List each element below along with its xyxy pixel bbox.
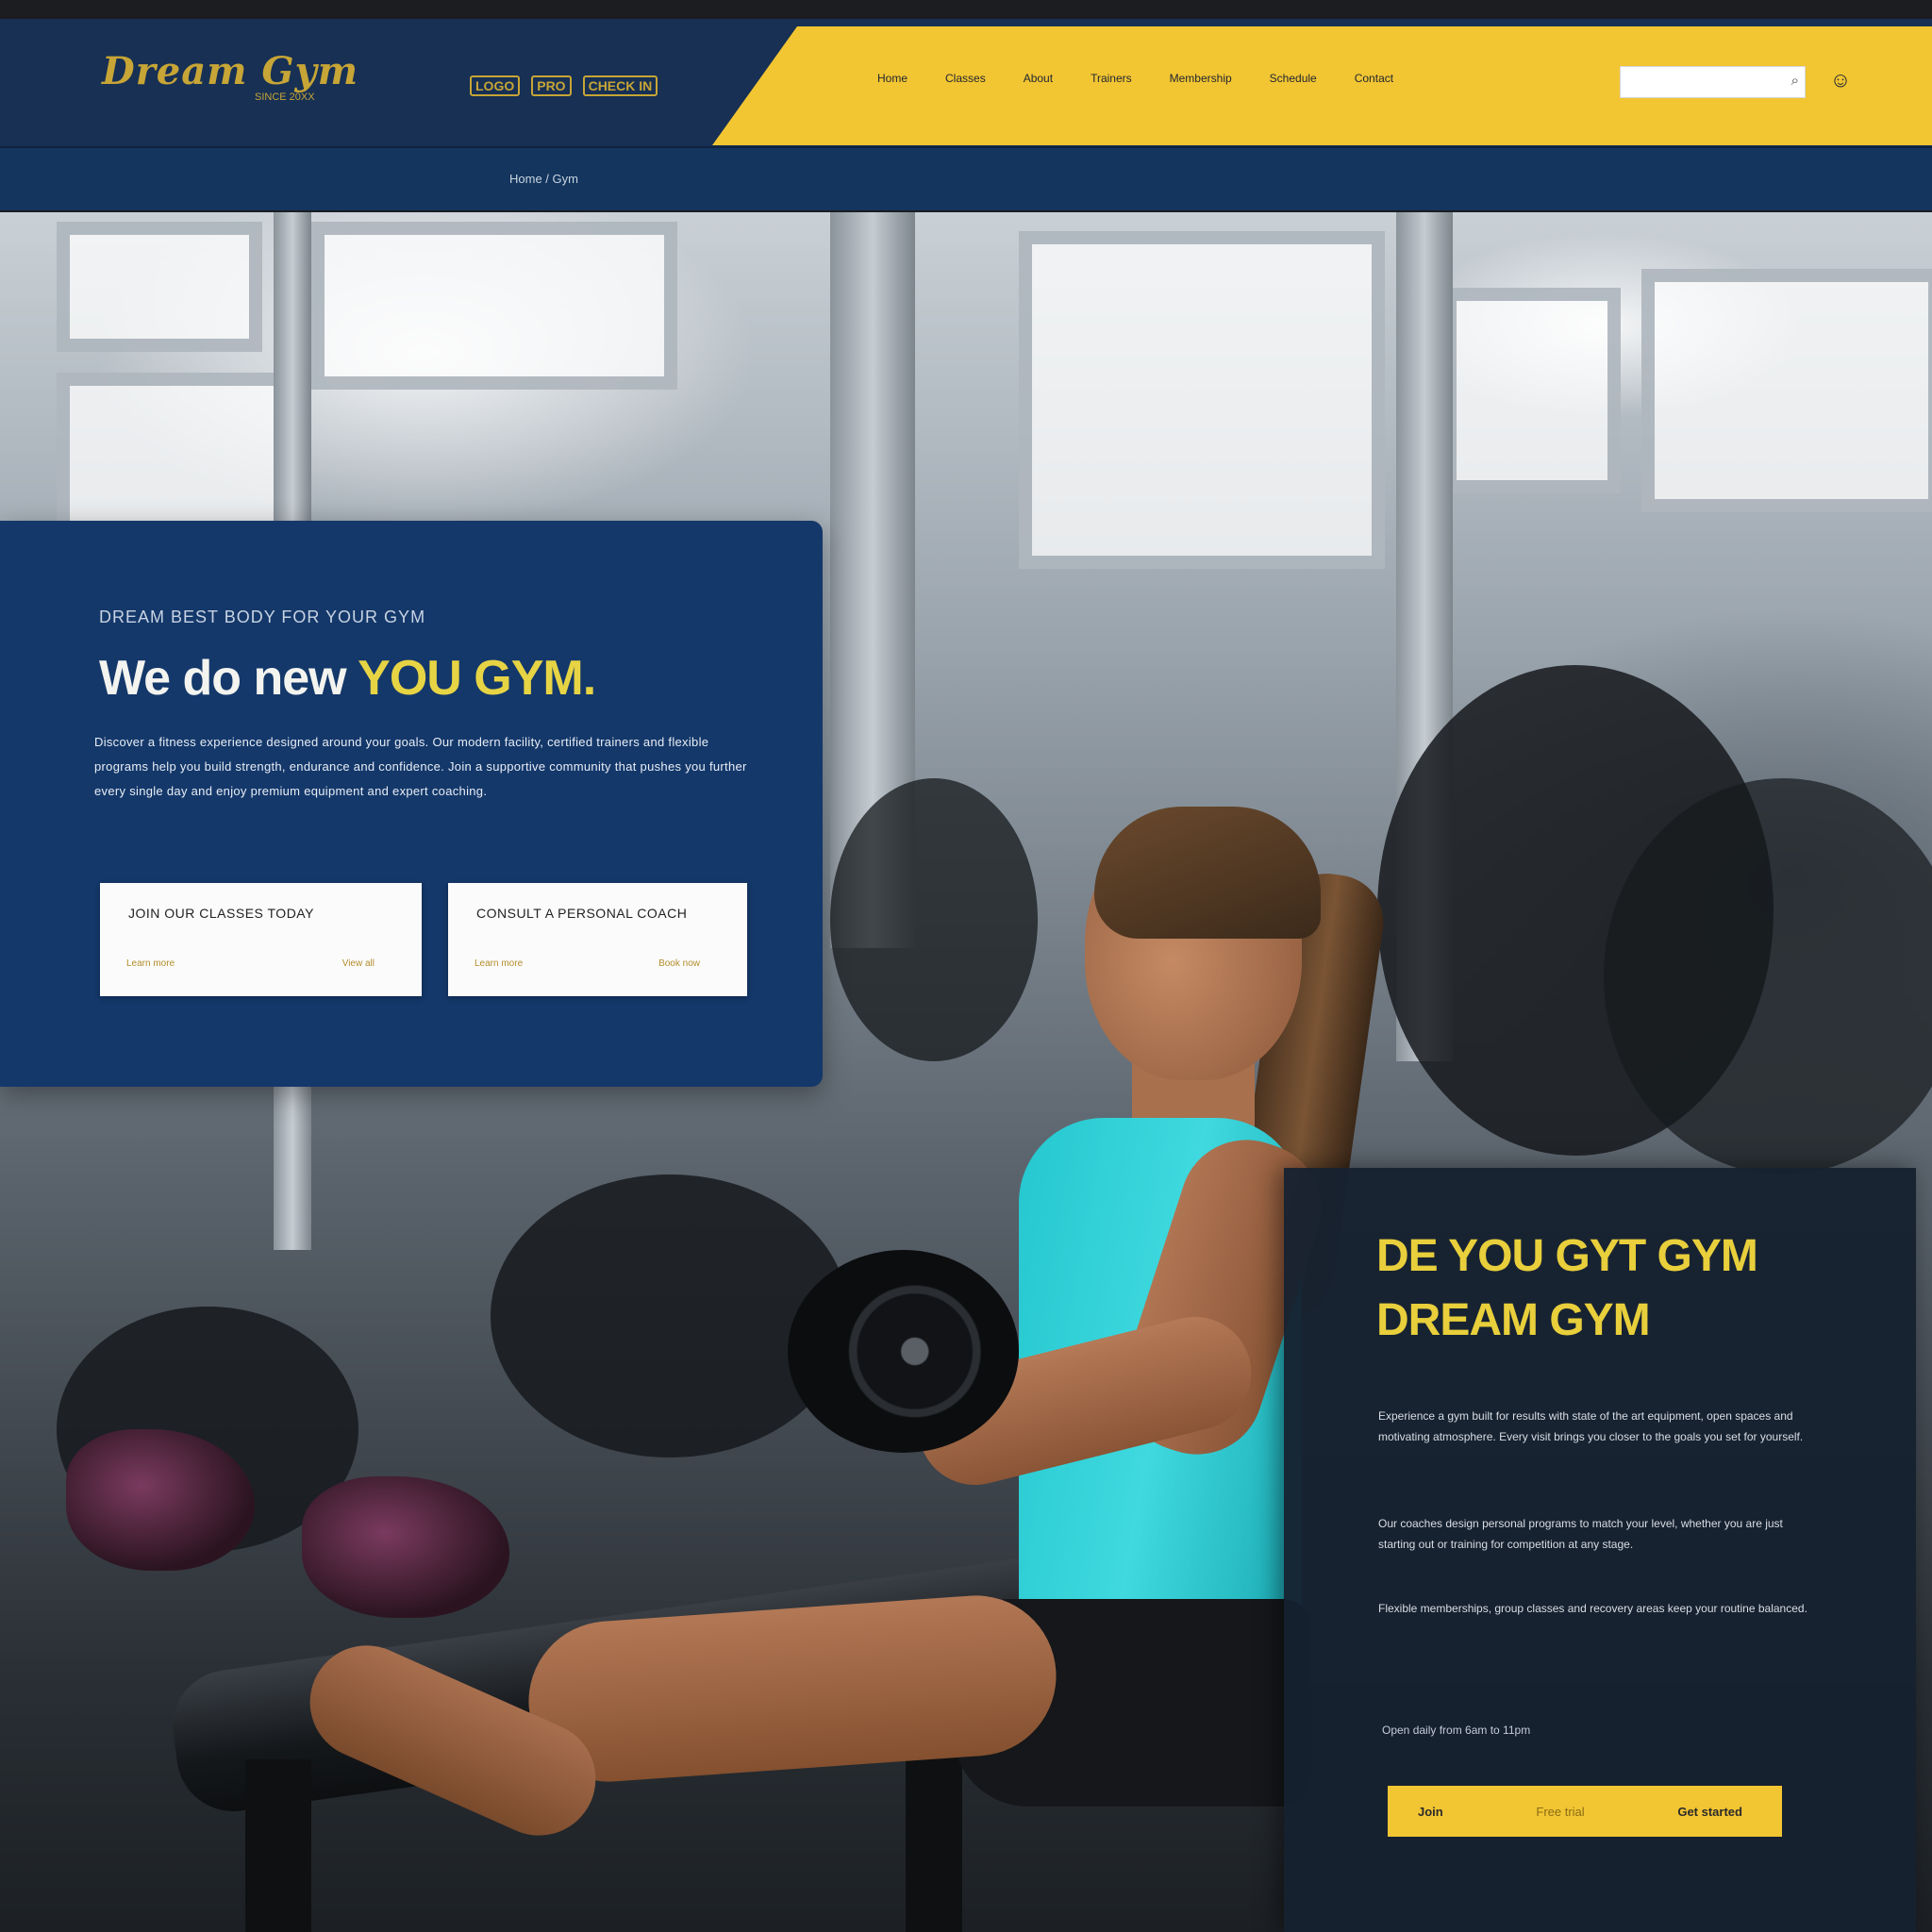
nav-item-schedule[interactable]: Schedule — [1251, 72, 1336, 85]
bench-leg — [245, 1759, 311, 1932]
promo-card-classes[interactable]: JOIN OUR CLASSES TODAY Learn more View a… — [100, 883, 422, 996]
header-badge[interactable]: LOGO — [470, 75, 521, 96]
cta-right-label: Get started — [1677, 1804, 1742, 1819]
search-input[interactable]: ⌕ — [1620, 66, 1806, 98]
card-link[interactable]: View all — [342, 958, 375, 969]
promo-body: Discover a fitness experience designed a… — [94, 735, 747, 798]
window — [1443, 288, 1621, 493]
search-icon[interactable]: ⌕ — [1791, 73, 1799, 89]
nav-item-contact[interactable]: Contact — [1336, 72, 1412, 85]
card-link[interactable]: Book now — [658, 958, 700, 969]
headline-white: We do new — [99, 651, 347, 706]
card-link[interactable]: Learn more — [475, 958, 523, 969]
machine — [830, 778, 1038, 1061]
shoe — [302, 1476, 509, 1618]
dream-title-line: DREAM GYM — [1376, 1295, 1651, 1345]
window — [57, 222, 262, 352]
user-icon[interactable]: ☺ — [1828, 68, 1853, 96]
cta-left-label: Join — [1418, 1804, 1443, 1819]
dream-paragraph: Flexible memberships, group classes and … — [1378, 1602, 1807, 1615]
breadcrumb-bar: Home / Gym — [0, 148, 1932, 210]
header-badge[interactable]: PRO — [531, 75, 572, 96]
card-title: CONSULT A PERSONAL COACH — [476, 906, 688, 921]
card-title: JOIN OUR CLASSES TODAY — [128, 906, 314, 921]
dream-gym-panel: DE YOU GYT GYM DREAM GYM Experience a gy… — [1284, 1168, 1916, 1932]
opening-hours: Open daily from 6am to 11pm — [1382, 1724, 1531, 1737]
window — [1641, 269, 1932, 512]
brand-tagline: SINCE 20XX — [255, 92, 315, 103]
window — [311, 222, 677, 390]
nav-item-about[interactable]: About — [1005, 72, 1072, 85]
promo-panel: DREAM BEST BODY FOR YOUR GYM We do new Y… — [0, 521, 823, 1087]
header-badges: LOGO PRO CHECK IN — [470, 75, 658, 96]
promo-card-coach[interactable]: CONSULT A PERSONAL COACH Learn more Book… — [448, 883, 747, 996]
main-nav: Home Classes About Trainers Membership S… — [858, 72, 1412, 85]
nav-item-classes[interactable]: Classes — [926, 72, 1005, 85]
dream-title: DE YOU GYT GYM DREAM GYM — [1376, 1224, 1758, 1353]
get-started-button[interactable]: Join Free trial Get started — [1388, 1786, 1782, 1837]
dream-title-line: DE YOU GYT GYM — [1376, 1231, 1758, 1281]
nav-item-home[interactable]: Home — [858, 72, 926, 85]
window — [1019, 231, 1385, 569]
nav-item-membership[interactable]: Membership — [1151, 72, 1251, 85]
dream-paragraph: Experience a gym built for results with … — [1378, 1409, 1804, 1443]
dream-paragraph: Our coaches design personal programs to … — [1378, 1517, 1783, 1551]
card-link[interactable]: Learn more — [126, 958, 175, 969]
headline-yellow: YOU GYM. — [358, 651, 596, 706]
nav-item-trainers[interactable]: Trainers — [1072, 72, 1151, 85]
brand-logo[interactable]: Dream Gym — [102, 49, 358, 93]
promo-headline: We do new YOU GYM. — [99, 650, 596, 707]
header-badge[interactable]: CHECK IN — [582, 75, 658, 96]
cta-mid-label: Free trial — [1536, 1804, 1585, 1819]
hair — [1094, 807, 1321, 939]
breadcrumb[interactable]: Home / Gym — [509, 172, 578, 186]
dumbbell — [788, 1250, 1019, 1453]
promo-eyebrow: DREAM BEST BODY FOR YOUR GYM — [99, 608, 426, 626]
